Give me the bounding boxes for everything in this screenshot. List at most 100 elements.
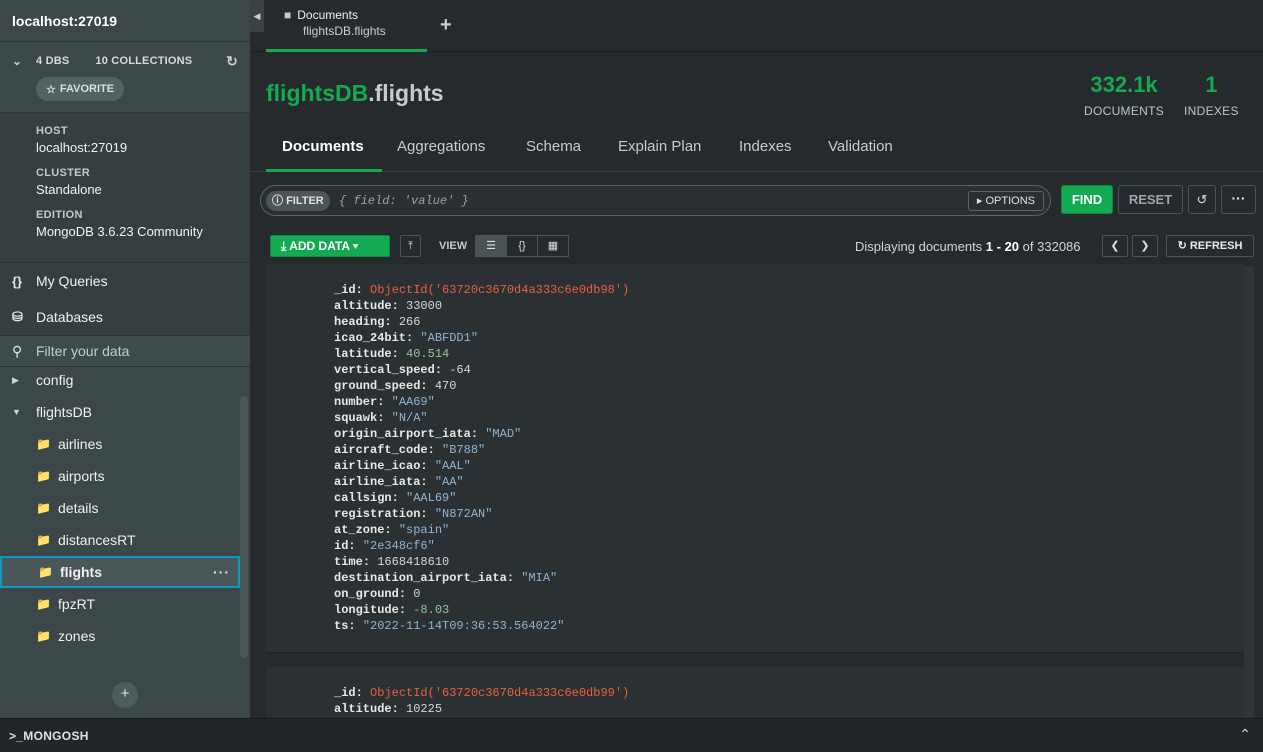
info-icon: ⓘ: [272, 195, 287, 207]
add-data-label: ADD DATA: [289, 239, 350, 253]
tab-schema[interactable]: Schema: [526, 138, 581, 155]
tree-db-local[interactable]: ▶ local: [0, 652, 240, 662]
tree-collection-flights[interactable]: 📁 flights ···: [0, 556, 240, 588]
document-field: squawk: "N/A": [334, 411, 428, 425]
tree-collection-label: airlines: [58, 436, 103, 452]
tree-collection-label: distancesRT: [58, 532, 136, 548]
field-value: "AA69": [391, 395, 435, 409]
folder-icon: 📁: [36, 597, 51, 611]
tree-db-label: flightsDB: [36, 404, 93, 420]
workspace-tabs: ■ Documents flightsDB.flights +: [250, 0, 1263, 52]
document-field: destination_airport_iata: "MIA": [334, 571, 558, 585]
chevron-up-icon[interactable]: ⌃: [1239, 726, 1251, 743]
field-key: latitude: [334, 347, 392, 361]
more-options-icon[interactable]: ···: [1221, 185, 1256, 214]
tree-db-flightsdb[interactable]: ▼ flightsDB: [0, 396, 240, 428]
document-field: callsign: "AAL69": [334, 491, 457, 505]
documents-stat: 332.1k DOCUMENTS: [1084, 72, 1164, 118]
refresh-button[interactable]: ↻ REFRESH: [1166, 235, 1254, 257]
database-icon: ⛁: [12, 309, 23, 324]
sidebar-scrollbar[interactable]: [240, 396, 248, 658]
sidebar-filter[interactable]: ⚲ Filter your data: [0, 335, 250, 367]
tree-collection-airports[interactable]: 📁 airports: [0, 460, 240, 492]
tree-collection-details[interactable]: 📁 details: [0, 492, 240, 524]
field-key: _id:: [334, 283, 371, 297]
nav-my-queries[interactable]: {} My Queries: [0, 263, 250, 299]
documents-scrollbar[interactable]: [1244, 266, 1254, 718]
tree-db-config[interactable]: ▶ config: [0, 368, 240, 396]
tab-title: Documents: [297, 8, 358, 22]
document-field: number: "AA69": [334, 395, 435, 409]
document-card[interactable]: _id: ObjectId('63720c3670d4a333c6e0db99'…: [266, 667, 1244, 718]
chevron-down-icon[interactable]: ⌄: [12, 54, 28, 68]
favorite-button[interactable]: ☆ FAVORITE: [36, 77, 125, 101]
pagination-prefix: Displaying documents: [855, 239, 986, 254]
tab-documents-view[interactable]: Documents: [282, 138, 364, 155]
tree-collection-airlines[interactable]: 📁 airlines: [0, 428, 240, 460]
document-field: time: 1668418610: [334, 555, 450, 569]
sidebar: localhost:27019 ⌄ 4 DBS 10 COLLECTIONS ↻…: [0, 0, 250, 718]
tree-collection-zones[interactable]: 📁 zones: [0, 620, 240, 652]
field-value: "MIA": [521, 571, 558, 585]
document-field: _id: ObjectId('63720c3670d4a333c6e0db99'…: [334, 685, 1244, 701]
document-field: ts: "2022-11-14T09:36:53.564022": [334, 619, 565, 633]
braces-icon: {}: [12, 273, 23, 289]
connection-title[interactable]: localhost:27019: [0, 0, 250, 42]
tree-collection-label: details: [58, 500, 99, 516]
sidebar-filter-input[interactable]: Filter your data: [36, 343, 129, 359]
refresh-icon[interactable]: ↻: [226, 53, 238, 70]
document-card[interactable]: _id: ObjectId('63720c3670d4a333c6e0db98'…: [266, 264, 1244, 653]
page-title: flightsDB.flights: [266, 80, 444, 107]
field-key: ts: [334, 619, 349, 633]
json-view-icon[interactable]: {}: [506, 235, 538, 257]
sidebar-nav: {} My Queries ⛁ Databases: [0, 262, 250, 335]
field-value: "2022-11-14T09:36:53.564022": [362, 619, 565, 633]
find-button[interactable]: FIND: [1061, 185, 1113, 214]
pagination-of: of: [1019, 239, 1038, 254]
edition-label: EDITION: [36, 209, 83, 221]
tree-collection-fpzrt[interactable]: 📁 fpzRT: [0, 588, 240, 620]
tab-indexes[interactable]: Indexes: [739, 138, 792, 155]
add-database-button[interactable]: +: [112, 682, 138, 708]
list-view-icon[interactable]: ☰: [475, 235, 507, 257]
next-page-icon[interactable]: ❯: [1132, 235, 1158, 257]
export-icon[interactable]: ⤒: [400, 235, 421, 257]
document-field: on_ground: 0: [334, 587, 421, 601]
pagination-text: Displaying documents 1 - 20 of 332086: [855, 239, 1081, 254]
tab-explain-plan[interactable]: Explain Plan: [618, 138, 701, 155]
caret-down-icon[interactable]: ▼: [12, 407, 26, 417]
field-key: altitude: [334, 702, 392, 716]
options-button[interactable]: ▸ OPTIONS: [967, 191, 1044, 211]
field-key: heading: [334, 315, 385, 329]
tab-documents[interactable]: ■ Documents flightsDB.flights: [266, 0, 427, 52]
table-view-icon[interactable]: ▦: [537, 235, 569, 257]
folder-icon: 📁: [36, 533, 51, 547]
tree-collection-distancesrt[interactable]: 📁 distancesRT: [0, 524, 240, 556]
dbs-count: 4 DBS: [36, 55, 70, 67]
history-icon[interactable]: ↺: [1188, 185, 1216, 214]
nav-my-queries-label: My Queries: [36, 273, 108, 289]
field-value: "AA": [434, 475, 464, 489]
filter-chip[interactable]: ⓘ FILTER: [266, 191, 330, 211]
more-actions-icon[interactable]: ···: [213, 564, 230, 580]
tab-aggregations[interactable]: Aggregations: [397, 138, 485, 155]
mongosh-bar[interactable]: >_MONGOSH ⌃: [0, 718, 1263, 752]
field-value: -64: [449, 363, 471, 377]
reset-button[interactable]: RESET: [1118, 185, 1183, 214]
field-key: on_ground: [334, 587, 399, 601]
nav-databases[interactable]: ⛁ Databases: [0, 299, 250, 335]
document-field: longitude: -8.03: [334, 603, 450, 617]
instance-info: HOST localhost:27019 CLUSTER Standalone …: [0, 112, 250, 262]
prev-page-icon[interactable]: ❮: [1102, 235, 1128, 257]
filter-input[interactable]: { field: 'value' }: [339, 194, 469, 208]
tree-collection-label: airports: [58, 468, 105, 484]
add-data-button[interactable]: ⤓ ADD DATA ▾: [270, 235, 390, 257]
chevron-down-icon: ▾: [349, 239, 359, 253]
tab-validation[interactable]: Validation: [828, 138, 893, 155]
field-value: "AAL69": [406, 491, 457, 505]
add-tab-button[interactable]: +: [440, 14, 452, 37]
caret-right-icon[interactable]: ▶: [12, 375, 26, 386]
field-value: ObjectId('63720c3670d4a333c6e0db99'): [370, 686, 630, 700]
favorite-label: FAVORITE: [59, 83, 115, 95]
edition-value: MongoDB 3.6.23 Community: [36, 224, 203, 239]
